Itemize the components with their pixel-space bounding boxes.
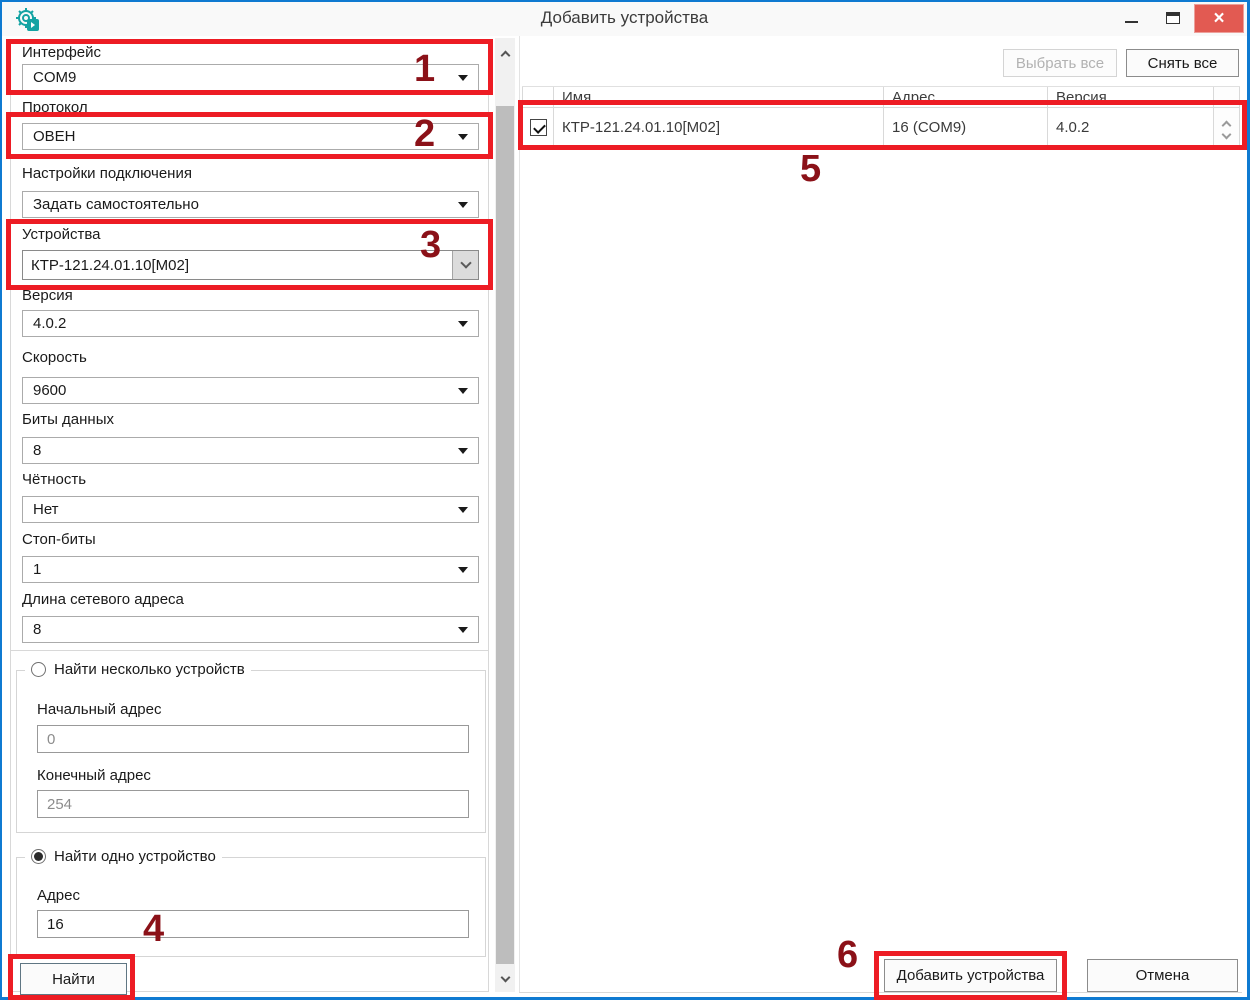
parity-label: Чётность bbox=[22, 471, 86, 491]
interface-select[interactable]: COM9 bbox=[22, 64, 479, 91]
header-name[interactable]: Имя bbox=[554, 87, 884, 107]
protocol-label: Протокол bbox=[22, 99, 88, 119]
speed-select[interactable]: 9600 bbox=[22, 377, 479, 404]
data-bits-label: Биты данных bbox=[22, 411, 114, 431]
add-devices-dialog: Добавить устройства × Интерфейс COM9 Про… bbox=[0, 0, 1250, 1000]
chevron-down-icon bbox=[458, 134, 468, 140]
parity-select[interactable]: Нет bbox=[22, 496, 479, 523]
close-button[interactable]: × bbox=[1194, 4, 1244, 33]
header-scroll-column bbox=[1214, 87, 1240, 107]
version-select[interactable]: 4.0.2 bbox=[22, 310, 479, 337]
chevron-down-icon bbox=[500, 972, 510, 982]
chevron-down-icon bbox=[458, 507, 468, 513]
find-multiple-group: Найти несколько устройств Начальный адре… bbox=[16, 670, 486, 833]
devices-label: Устройства bbox=[22, 226, 100, 246]
connection-settings-select[interactable]: Задать самостоятельно bbox=[22, 191, 479, 218]
find-single-radio[interactable] bbox=[31, 849, 46, 864]
find-multiple-label: Найти несколько устройств bbox=[54, 661, 245, 678]
row-version-cell: 4.0.2 bbox=[1048, 108, 1214, 147]
chevron-down-icon bbox=[458, 75, 468, 81]
protocol-select[interactable]: ОВЕН bbox=[22, 123, 479, 150]
chevron-down-icon bbox=[458, 321, 468, 327]
chevron-up-icon bbox=[500, 50, 510, 60]
scroll-down-button[interactable] bbox=[495, 970, 515, 988]
find-single-label: Найти одно устройство bbox=[54, 848, 216, 865]
chevron-down-icon bbox=[458, 202, 468, 208]
connection-settings-label: Настройки подключения bbox=[22, 165, 192, 185]
stop-bits-label: Стоп-биты bbox=[22, 531, 96, 551]
select-all-button[interactable]: Выбрать все bbox=[1003, 49, 1117, 77]
add-devices-button[interactable]: Добавить устройства bbox=[884, 959, 1057, 992]
device-checkbox[interactable] bbox=[530, 119, 547, 136]
scrollbar-thumb[interactable] bbox=[496, 106, 514, 964]
address-length-label: Длина сетевого адреса bbox=[22, 591, 184, 611]
footer-divider bbox=[519, 992, 1242, 993]
chevron-down-icon bbox=[458, 388, 468, 394]
header-version[interactable]: Версия bbox=[1048, 87, 1214, 107]
cancel-button[interactable]: Отмена bbox=[1087, 959, 1238, 992]
close-icon: × bbox=[1213, 8, 1224, 30]
header-checkbox-column bbox=[522, 87, 554, 107]
fields-group-divider bbox=[10, 650, 489, 651]
interface-label: Интерфейс bbox=[22, 44, 101, 64]
row-address-cell: 16 (COM9) bbox=[884, 108, 1048, 147]
address-input[interactable]: 16 bbox=[37, 910, 469, 938]
annotation-number-5: 5 bbox=[800, 148, 821, 191]
dialog-title: Добавить устройства bbox=[2, 8, 1247, 28]
speed-label: Скорость bbox=[22, 349, 87, 369]
combobox-dropdown-button[interactable] bbox=[452, 251, 478, 279]
annotation-number-6: 6 bbox=[837, 934, 858, 977]
address-length-select[interactable]: 8 bbox=[22, 616, 479, 643]
devices-combobox[interactable]: КТР-121.24.01.10[М02] bbox=[22, 250, 479, 280]
maximize-button[interactable] bbox=[1152, 2, 1194, 33]
table-header: Имя Адрес Версия bbox=[522, 86, 1240, 108]
devices-table: Имя Адрес Версия КТР-121.24.01.10[М02] 1… bbox=[522, 86, 1240, 148]
deselect-all-button[interactable]: Снять все bbox=[1126, 49, 1239, 77]
stop-bits-select[interactable]: 1 bbox=[22, 556, 479, 583]
minimize-button[interactable] bbox=[1110, 2, 1152, 33]
find-button[interactable]: Найти bbox=[20, 963, 127, 995]
chevron-down-icon bbox=[1222, 129, 1232, 139]
find-single-group: Найти одно устройство Адрес 16 bbox=[16, 857, 486, 957]
chevron-down-icon bbox=[458, 627, 468, 633]
start-address-input[interactable]: 0 bbox=[37, 725, 469, 753]
title-bar: Добавить устройства × bbox=[2, 2, 1247, 36]
scroll-up-button[interactable] bbox=[495, 44, 515, 62]
end-address-input[interactable]: 254 bbox=[37, 790, 469, 818]
chevron-down-icon bbox=[458, 448, 468, 454]
end-address-label: Конечный адрес bbox=[37, 767, 151, 787]
header-address[interactable]: Адрес bbox=[884, 87, 1048, 107]
start-address-label: Начальный адрес bbox=[37, 701, 161, 721]
chevron-down-icon bbox=[460, 257, 471, 268]
address-label: Адрес bbox=[37, 887, 80, 907]
left-panel-scrollbar[interactable] bbox=[495, 38, 515, 992]
data-bits-select[interactable]: 8 bbox=[22, 437, 479, 464]
panel-separator bbox=[519, 36, 520, 992]
chevron-up-icon bbox=[1222, 120, 1232, 130]
chevron-down-icon bbox=[458, 567, 468, 573]
table-scrollbar[interactable] bbox=[1214, 108, 1240, 147]
row-name-cell: КТР-121.24.01.10[М02] bbox=[554, 108, 884, 147]
find-multiple-radio[interactable] bbox=[31, 662, 46, 677]
row-checkbox-cell bbox=[522, 108, 554, 147]
minimize-icon bbox=[1125, 21, 1138, 23]
table-row[interactable]: КТР-121.24.01.10[М02] 16 (COM9) 4.0.2 bbox=[522, 108, 1240, 148]
maximize-icon bbox=[1166, 12, 1180, 24]
version-label: Версия bbox=[22, 287, 73, 307]
